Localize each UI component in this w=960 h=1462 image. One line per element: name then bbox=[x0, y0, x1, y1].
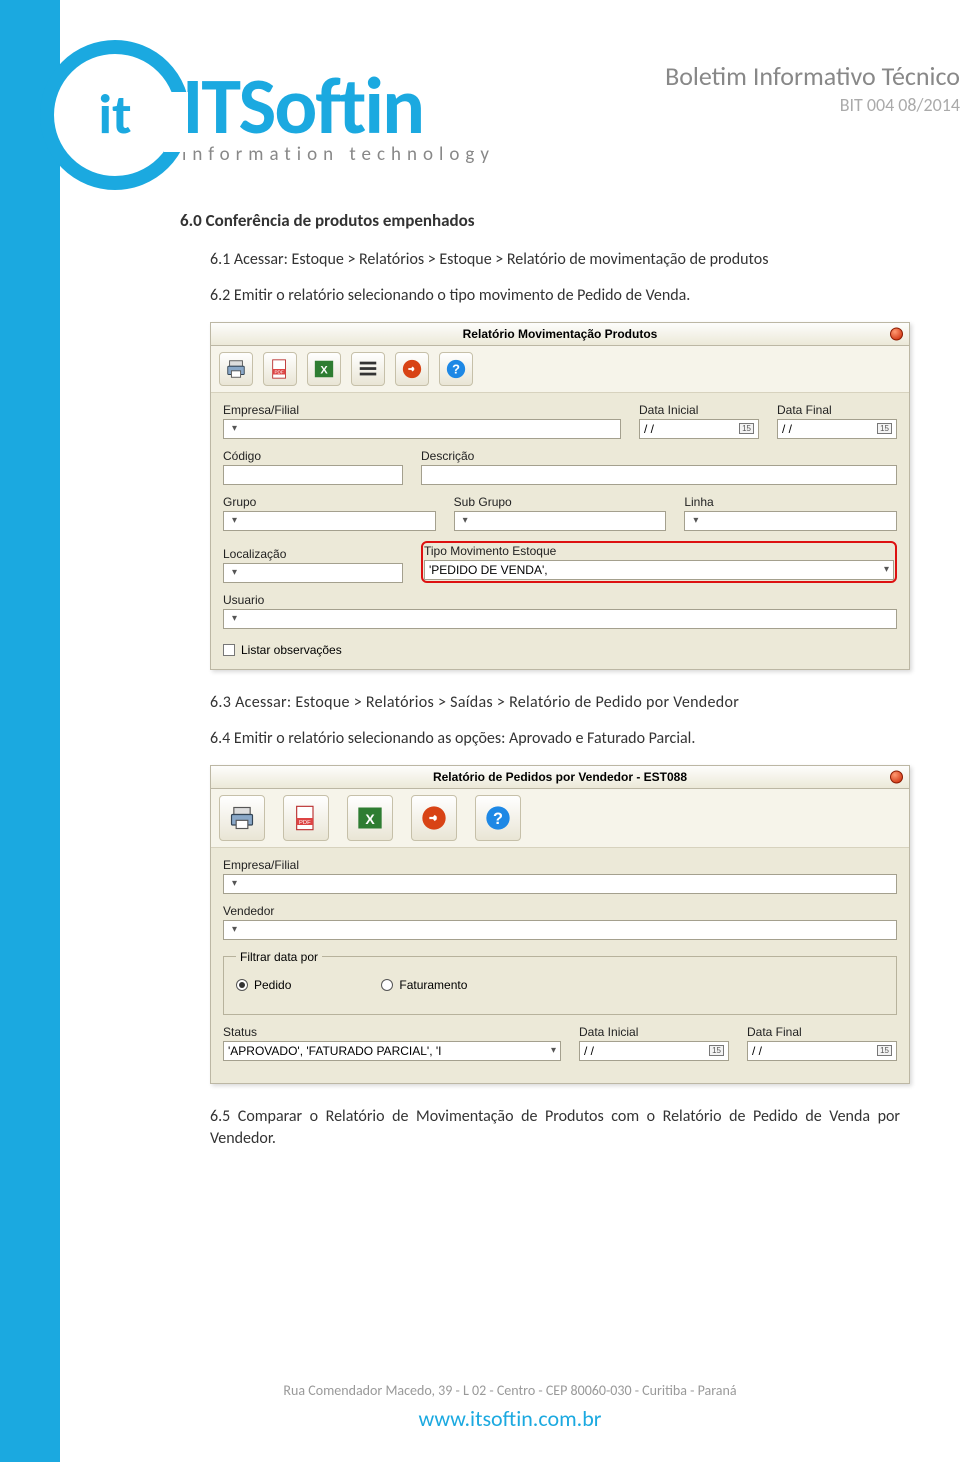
label-descricao: Descrição bbox=[421, 449, 897, 463]
document-code: BIT 004 08/2014 bbox=[665, 94, 960, 116]
label-empresa: Empresa/Filial bbox=[223, 403, 621, 417]
value-status: 'APROVADO', 'FATURADO PARCIAL', 'I bbox=[228, 1044, 442, 1058]
label-usuario: Usuario bbox=[223, 593, 897, 607]
label-vendedor: Vendedor bbox=[223, 904, 897, 918]
document-title: Boletim Informativo Técnico bbox=[665, 60, 960, 92]
input-linha[interactable] bbox=[684, 511, 897, 531]
page-footer: Rua Comendador Macedo, 39 - L 02 - Centr… bbox=[60, 1382, 960, 1432]
pdf-icon[interactable]: PDF bbox=[263, 352, 297, 386]
list-icon[interactable] bbox=[351, 352, 385, 386]
pdf-icon[interactable]: PDF bbox=[283, 795, 329, 841]
excel-icon[interactable]: X bbox=[347, 795, 393, 841]
input-data-inicial[interactable]: / / bbox=[639, 419, 759, 439]
input-grupo[interactable] bbox=[223, 511, 436, 531]
step-6-3: 6.3 Acessar: Estoque > Relatórios > Saíd… bbox=[210, 692, 900, 714]
help-icon[interactable]: ? bbox=[475, 795, 521, 841]
window2-toolbar: PDF X ? bbox=[211, 789, 909, 848]
input-data-final2[interactable]: / / bbox=[747, 1041, 897, 1061]
printer-icon[interactable] bbox=[219, 795, 265, 841]
input-localizacao[interactable] bbox=[223, 563, 403, 583]
label-subgrupo: Sub Grupo bbox=[454, 495, 667, 509]
page-side-accent bbox=[0, 0, 60, 1462]
label-data-inicial: Data Inicial bbox=[639, 403, 759, 417]
window1-title: Relatório Movimentação Produtos bbox=[463, 327, 658, 341]
logo-circle: it bbox=[40, 40, 190, 190]
value-data-final: / / bbox=[782, 422, 792, 436]
step-6-5: 6.5 Comparar o Relatório de Movimentação… bbox=[210, 1106, 900, 1151]
checkbox-icon bbox=[223, 644, 235, 656]
close-icon[interactable] bbox=[890, 327, 903, 340]
printer-icon[interactable] bbox=[219, 352, 253, 386]
label-linha: Linha bbox=[684, 495, 897, 509]
logo-inner-text: it bbox=[98, 81, 131, 149]
input-descricao[interactable] bbox=[421, 465, 897, 485]
value-data-final2: / / bbox=[752, 1044, 762, 1058]
group-filtrar-data: Filtrar data por Pedido Faturamento bbox=[223, 950, 897, 1015]
window-relatorio-movimentacao: Relatório Movimentação Produtos PDF X bbox=[210, 322, 910, 670]
label-faturamento: Faturamento bbox=[399, 978, 467, 992]
input-vendedor[interactable] bbox=[223, 920, 897, 940]
value-data-inicial2: / / bbox=[584, 1044, 594, 1058]
close-icon[interactable] bbox=[890, 770, 903, 783]
window1-titlebar: Relatório Movimentação Produtos bbox=[211, 323, 909, 346]
page-header: it ITSoftin information technology Bolet… bbox=[60, 30, 960, 200]
radio-pedido[interactable]: Pedido bbox=[236, 978, 291, 992]
arrow-icon[interactable] bbox=[395, 352, 429, 386]
logo-tagline: information technology bbox=[182, 145, 495, 164]
window2-title: Relatório de Pedidos por Vendedor - EST0… bbox=[433, 770, 687, 784]
excel-icon[interactable]: X bbox=[307, 352, 341, 386]
label-data-inicial2: Data Inicial bbox=[579, 1025, 729, 1039]
footer-address: Rua Comendador Macedo, 39 - L 02 - Centr… bbox=[60, 1382, 960, 1399]
label-status: Status bbox=[223, 1025, 561, 1039]
label-data-final2: Data Final bbox=[747, 1025, 897, 1039]
window-pedidos-por-vendedor: Relatório de Pedidos por Vendedor - EST0… bbox=[210, 765, 910, 1084]
label-filtrar: Filtrar data por bbox=[236, 950, 322, 964]
svg-text:?: ? bbox=[452, 361, 460, 376]
label-data-final: Data Final bbox=[777, 403, 897, 417]
footer-url: www.itsoftin.com.br bbox=[60, 1405, 960, 1432]
arrow-icon[interactable] bbox=[411, 795, 457, 841]
input-codigo[interactable] bbox=[223, 465, 403, 485]
svg-text:PDF: PDF bbox=[274, 369, 283, 374]
input-status[interactable]: 'APROVADO', 'FATURADO PARCIAL', 'I bbox=[223, 1041, 561, 1061]
svg-text:X: X bbox=[365, 810, 375, 826]
input-usuario[interactable] bbox=[223, 609, 897, 629]
svg-text:?: ? bbox=[493, 809, 503, 827]
radio-icon bbox=[236, 979, 248, 991]
input-data-inicial2[interactable]: / / bbox=[579, 1041, 729, 1061]
input-subgrupo[interactable] bbox=[454, 511, 667, 531]
label-tipo-movimento: Tipo Movimento Estoque bbox=[424, 544, 894, 558]
radio-icon bbox=[381, 979, 393, 991]
input-empresa[interactable] bbox=[223, 419, 621, 439]
label-localizacao: Localização bbox=[223, 547, 403, 561]
input-empresa2[interactable] bbox=[223, 874, 897, 894]
step-6-4: 6.4 Emitir o relatório selecionando as o… bbox=[210, 728, 900, 750]
value-tipo-movimento: 'PEDIDO DE VENDA', bbox=[429, 563, 548, 577]
logo: it ITSoftin information technology bbox=[40, 40, 495, 190]
label-grupo: Grupo bbox=[223, 495, 436, 509]
document-title-block: Boletim Informativo Técnico BIT 004 08/2… bbox=[665, 60, 960, 116]
svg-text:PDF: PDF bbox=[299, 819, 311, 825]
radio-faturamento[interactable]: Faturamento bbox=[381, 978, 467, 992]
label-codigo: Código bbox=[223, 449, 403, 463]
value-data-inicial: / / bbox=[644, 422, 654, 436]
step-6-2: 6.2 Emitir o relatório selecionando o ti… bbox=[210, 285, 900, 307]
input-data-final[interactable]: / / bbox=[777, 419, 897, 439]
label-empresa2: Empresa/Filial bbox=[223, 858, 897, 872]
window2-titlebar: Relatório de Pedidos por Vendedor - EST0… bbox=[211, 766, 909, 789]
section-title: 6.0 Conferência de produtos empenhados bbox=[180, 210, 900, 231]
svg-text:X: X bbox=[320, 364, 328, 376]
help-icon[interactable]: ? bbox=[439, 352, 473, 386]
checkbox-listar-obs[interactable]: Listar observações bbox=[223, 639, 897, 657]
input-tipo-movimento[interactable]: 'PEDIDO DE VENDA', bbox=[424, 560, 894, 580]
label-listar-obs: Listar observações bbox=[241, 643, 342, 657]
window1-toolbar: PDF X ? bbox=[211, 346, 909, 393]
step-6-1: 6.1 Acessar: Estoque > Relatórios > Esto… bbox=[210, 249, 900, 271]
logo-wordmark: ITSoftin bbox=[182, 67, 495, 147]
label-pedido: Pedido bbox=[254, 978, 291, 992]
